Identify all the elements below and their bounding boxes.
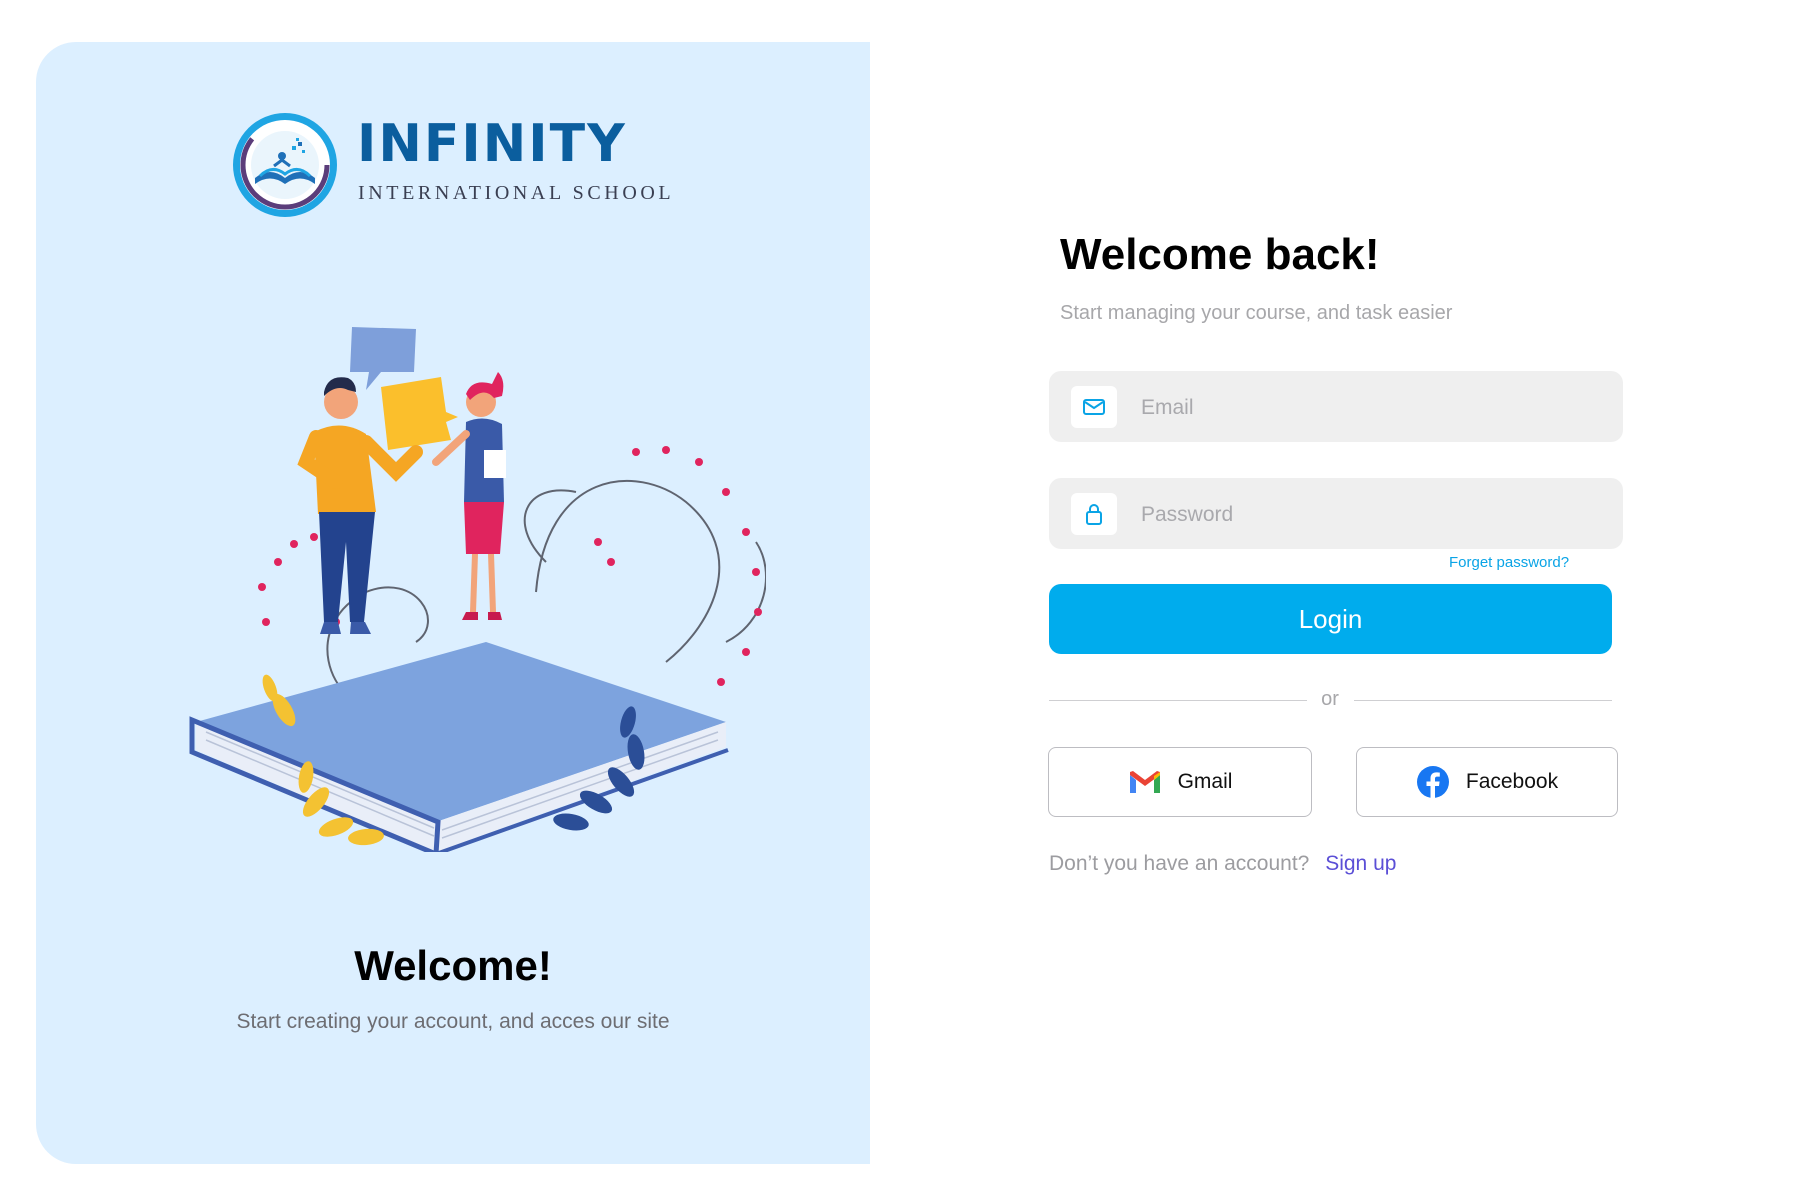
login-subtitle: Start managing your course, and task eas…: [1060, 302, 1453, 324]
email-field[interactable]: [1049, 371, 1623, 444]
facebook-label: Facebook: [1465, 770, 1559, 793]
signup-row: Don’t you have an account? Sign up: [1049, 852, 1396, 876]
signup-question: Don’t you have an account?: [1049, 852, 1310, 875]
forgot-password-link[interactable]: Forget password?: [1449, 554, 1569, 571]
welcome-title: Welcome!: [354, 942, 552, 989]
welcome-panel: INFINITY INTERNATIONAL SCHOOL Welcome! S…: [36, 42, 870, 1164]
divider-line-left: [1049, 700, 1307, 701]
password-input[interactable]: [1139, 478, 1603, 551]
school-name: INFINITY: [357, 114, 627, 174]
email-input[interactable]: [1139, 371, 1603, 444]
divider-line-right: [1354, 700, 1612, 701]
gmail-label: Gmail: [1177, 770, 1233, 793]
facebook-login-button[interactable]: Facebook: [1356, 747, 1618, 817]
school-subtitle: INTERNATIONAL SCHOOL: [358, 182, 675, 204]
teachers-on-book-illustration: [189, 327, 766, 852]
gmail-icon: [1129, 771, 1160, 793]
lock-icon: [1071, 493, 1117, 535]
gmail-login-button[interactable]: Gmail: [1048, 747, 1312, 817]
signup-link[interactable]: Sign up: [1325, 852, 1396, 875]
mail-icon: [1071, 386, 1117, 428]
welcome-subtitle: Start creating your account, and acces o…: [236, 1010, 670, 1033]
login-title: Welcome back!: [1060, 230, 1380, 279]
password-field[interactable]: [1049, 478, 1623, 551]
school-emblem-icon: [233, 113, 337, 217]
facebook-icon: [1416, 766, 1449, 798]
login-button[interactable]: Login: [1049, 584, 1612, 654]
divider-or: or: [1321, 688, 1339, 710]
school-logo: INFINITY INTERNATIONAL SCHOOL: [230, 110, 671, 220]
